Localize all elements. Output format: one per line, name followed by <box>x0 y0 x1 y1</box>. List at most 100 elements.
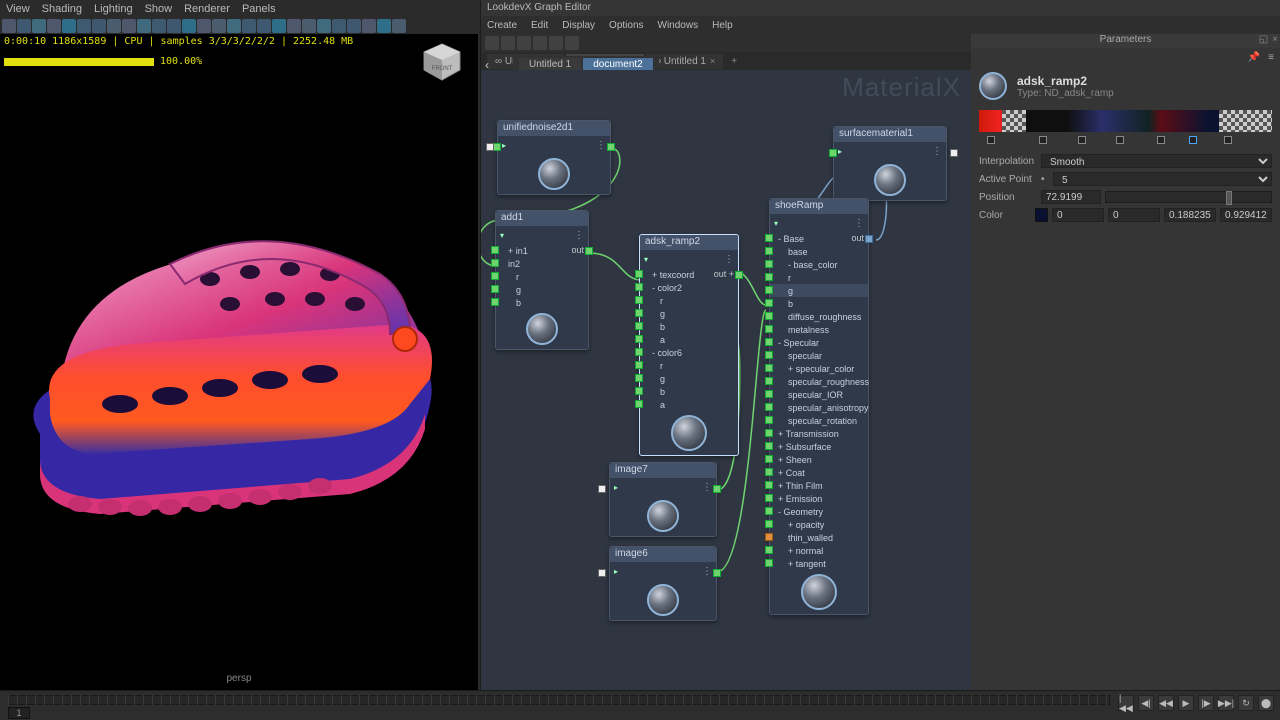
node-param[interactable]: specular_IOR <box>770 388 868 401</box>
node-param[interactable]: - color6 <box>640 346 738 359</box>
node-group-header[interactable]: + Sheen <box>770 453 868 466</box>
node-param[interactable]: + in1 <box>496 244 588 257</box>
node-param[interactable]: base <box>770 245 868 258</box>
ramp-handle[interactable] <box>1078 136 1086 144</box>
record-button[interactable]: ⬤ <box>1258 695 1274 711</box>
input-port[interactable] <box>635 322 643 330</box>
expand-icon[interactable]: ▾ <box>644 255 648 264</box>
ldx-menu-help[interactable]: Help <box>712 20 733 31</box>
color-r-input[interactable] <box>1052 208 1104 222</box>
shelf-icon[interactable] <box>32 19 46 33</box>
shelf-icon[interactable] <box>167 19 181 33</box>
input-port[interactable] <box>765 455 773 463</box>
ramp-handle[interactable] <box>1189 136 1197 144</box>
input-port[interactable] <box>765 468 773 476</box>
node-param[interactable]: metalness <box>770 323 868 336</box>
node-param[interactable]: + specular_color <box>770 362 868 375</box>
shelf-icon[interactable] <box>242 19 256 33</box>
input-port[interactable] <box>491 259 499 267</box>
node-param[interactable]: - base_color <box>770 258 868 271</box>
input-port[interactable] <box>765 351 773 359</box>
step-forward-button[interactable]: |▶ <box>1198 695 1214 711</box>
menu-renderer[interactable]: Renderer <box>184 3 230 15</box>
node-param[interactable]: + opacity <box>770 518 868 531</box>
input-port[interactable] <box>765 260 773 268</box>
shelf-icon[interactable] <box>272 19 286 33</box>
input-port[interactable] <box>765 377 773 385</box>
current-frame-field[interactable]: 1 <box>8 707 30 719</box>
color-b-input[interactable] <box>1164 208 1216 222</box>
input-port[interactable] <box>635 309 643 317</box>
node-menu-icon[interactable]: ⋮ <box>596 140 606 151</box>
ldx-menu-display[interactable]: Display <box>562 20 595 31</box>
close-icon[interactable]: × <box>710 56 715 66</box>
shelf-icon[interactable] <box>212 19 226 33</box>
tool-icon[interactable] <box>501 36 515 50</box>
node-add1[interactable]: add1 ▾⋮ out + in1 in2 r g b <box>495 210 589 350</box>
breadcrumb-tab[interactable]: document2 <box>583 58 652 71</box>
shelf-icon[interactable] <box>62 19 76 33</box>
position-slider[interactable] <box>1105 191 1272 203</box>
node-param[interactable]: thin_walled <box>770 531 868 544</box>
output-port[interactable] <box>607 143 615 151</box>
shelf-icon[interactable] <box>92 19 106 33</box>
input-port[interactable] <box>765 559 773 567</box>
node-param[interactable]: g <box>770 284 868 297</box>
node-param[interactable]: r <box>640 294 738 307</box>
shelf-icon[interactable] <box>197 19 211 33</box>
panel-menu-icon[interactable]: ≡ <box>1268 52 1274 63</box>
ramp-handle[interactable] <box>1116 136 1124 144</box>
node-param[interactable]: + tangent <box>770 557 868 570</box>
close-icon[interactable]: × <box>1272 34 1278 45</box>
ramp-handle[interactable] <box>1039 136 1047 144</box>
node-group-header[interactable]: + Emission <box>770 492 868 505</box>
ramp-handles[interactable] <box>979 136 1272 146</box>
color-g-input[interactable] <box>1108 208 1160 222</box>
add-tab-button[interactable]: + <box>725 54 743 69</box>
input-port[interactable] <box>765 234 773 242</box>
node-unifiednoise[interactable]: unifiednoise2d1 ▸⋮ <box>497 120 611 195</box>
shelf-icon[interactable] <box>107 19 121 33</box>
node-param[interactable]: - color2 <box>640 281 738 294</box>
node-param[interactable]: r <box>770 271 868 284</box>
node-adsk-ramp2[interactable]: adsk_ramp2 ▾⋮ out + + texcoord - color2 … <box>639 234 739 456</box>
node-group-header[interactable]: + Transmission <box>770 427 868 440</box>
pin-icon[interactable]: 📌 <box>1248 52 1260 63</box>
undock-icon[interactable]: ◱ <box>1259 34 1268 45</box>
node-menu-icon[interactable]: ⋮ <box>724 254 734 265</box>
input-port[interactable] <box>491 285 499 293</box>
tool-icon[interactable] <box>549 36 563 50</box>
shelf-icon[interactable] <box>362 19 376 33</box>
shelf-icon[interactable] <box>332 19 346 33</box>
shelf-icon[interactable] <box>347 19 361 33</box>
shelf-icon[interactable] <box>2 19 16 33</box>
input-port[interactable] <box>491 272 499 280</box>
shelf-icon[interactable] <box>17 19 31 33</box>
output-port[interactable] <box>713 485 721 493</box>
input-port[interactable] <box>635 361 643 369</box>
node-param[interactable]: + normal <box>770 544 868 557</box>
node-param[interactable]: g <box>496 283 588 296</box>
node-param[interactable]: specular_roughness <box>770 375 868 388</box>
input-port[interactable] <box>765 533 773 541</box>
node-socket[interactable] <box>950 149 958 157</box>
node-param[interactable]: g <box>640 307 738 320</box>
node-param[interactable]: g <box>640 372 738 385</box>
node-graph-canvas[interactable]: MaterialX unifiednoise2d1 ▸⋮ add1 ▾⋮ out… <box>481 70 971 690</box>
input-port[interactable] <box>765 247 773 255</box>
timeline[interactable]: 1 |◀◀ ◀| ◀◀ ▶ |▶ ▶▶| ↻ ⬤ <box>0 690 1280 720</box>
node-socket[interactable] <box>598 569 606 577</box>
node-surfacematerial[interactable]: surfacematerial1 ▸⋮ <box>833 126 947 201</box>
shelf-icon[interactable] <box>317 19 331 33</box>
input-port[interactable] <box>765 403 773 411</box>
node-group-header[interactable]: + Subsurface <box>770 440 868 453</box>
ldx-menu-options[interactable]: Options <box>609 20 643 31</box>
input-port[interactable] <box>491 246 499 254</box>
node-shoeramp[interactable]: shoeRamp ▾⋮ out - Basebase- base_color r… <box>769 198 869 615</box>
input-port[interactable] <box>765 429 773 437</box>
input-port[interactable] <box>765 546 773 554</box>
node-param[interactable]: specular <box>770 349 868 362</box>
interpolation-select[interactable]: Smooth <box>1041 154 1272 168</box>
shelf-icon[interactable] <box>302 19 316 33</box>
menu-show[interactable]: Show <box>145 3 173 15</box>
